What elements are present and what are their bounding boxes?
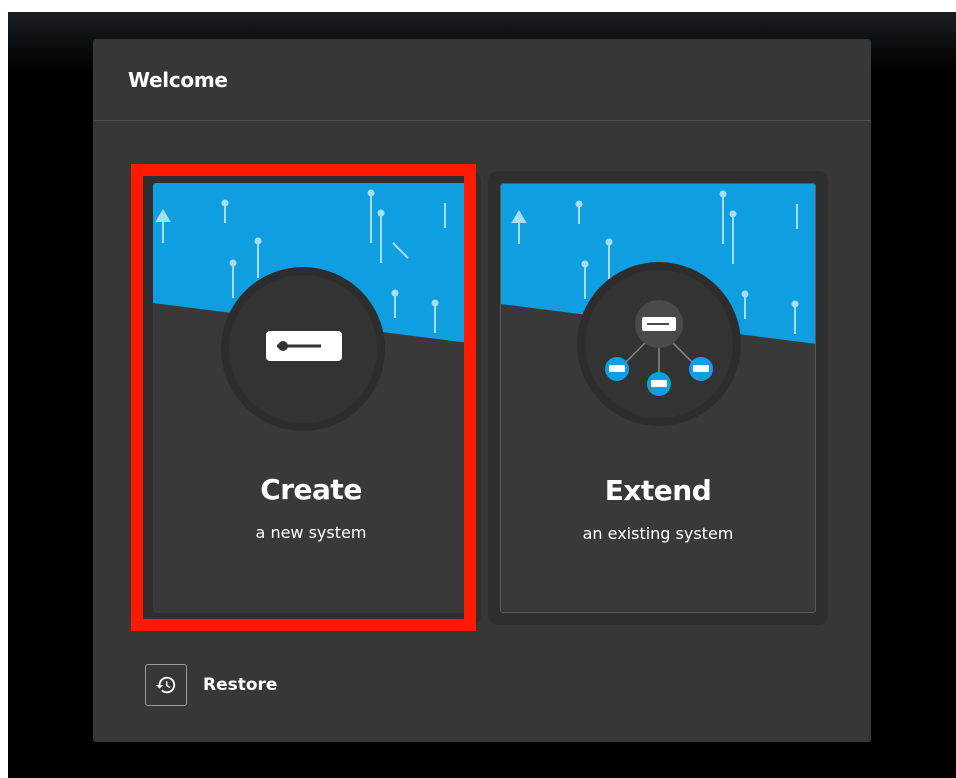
restore-label: Restore: [203, 675, 278, 695]
extend-card-subtitle: an existing system: [582, 524, 734, 543]
restore-button[interactable]: Restore: [145, 663, 277, 707]
extend-system-card[interactable]: Extend an existing system: [500, 183, 816, 613]
extend-card-title: Extend: [604, 474, 712, 507]
extend-card-artwork: [501, 184, 815, 426]
page-left-edge: [0, 0, 8, 778]
create-system-card[interactable]: Create a new system: [153, 183, 469, 613]
create-card-artwork: [153, 183, 469, 431]
history-icon: [145, 664, 187, 706]
server-icon: [266, 331, 342, 361]
create-card-title: Create: [260, 473, 362, 506]
dialog-header: Welcome: [93, 39, 871, 121]
welcome-dialog: Welcome Create a new system Extend an ex…: [93, 39, 871, 742]
dialog-title: Welcome: [128, 67, 228, 92]
create-card-subtitle: a new system: [255, 523, 367, 542]
page-top-edge: [0, 0, 956, 12]
